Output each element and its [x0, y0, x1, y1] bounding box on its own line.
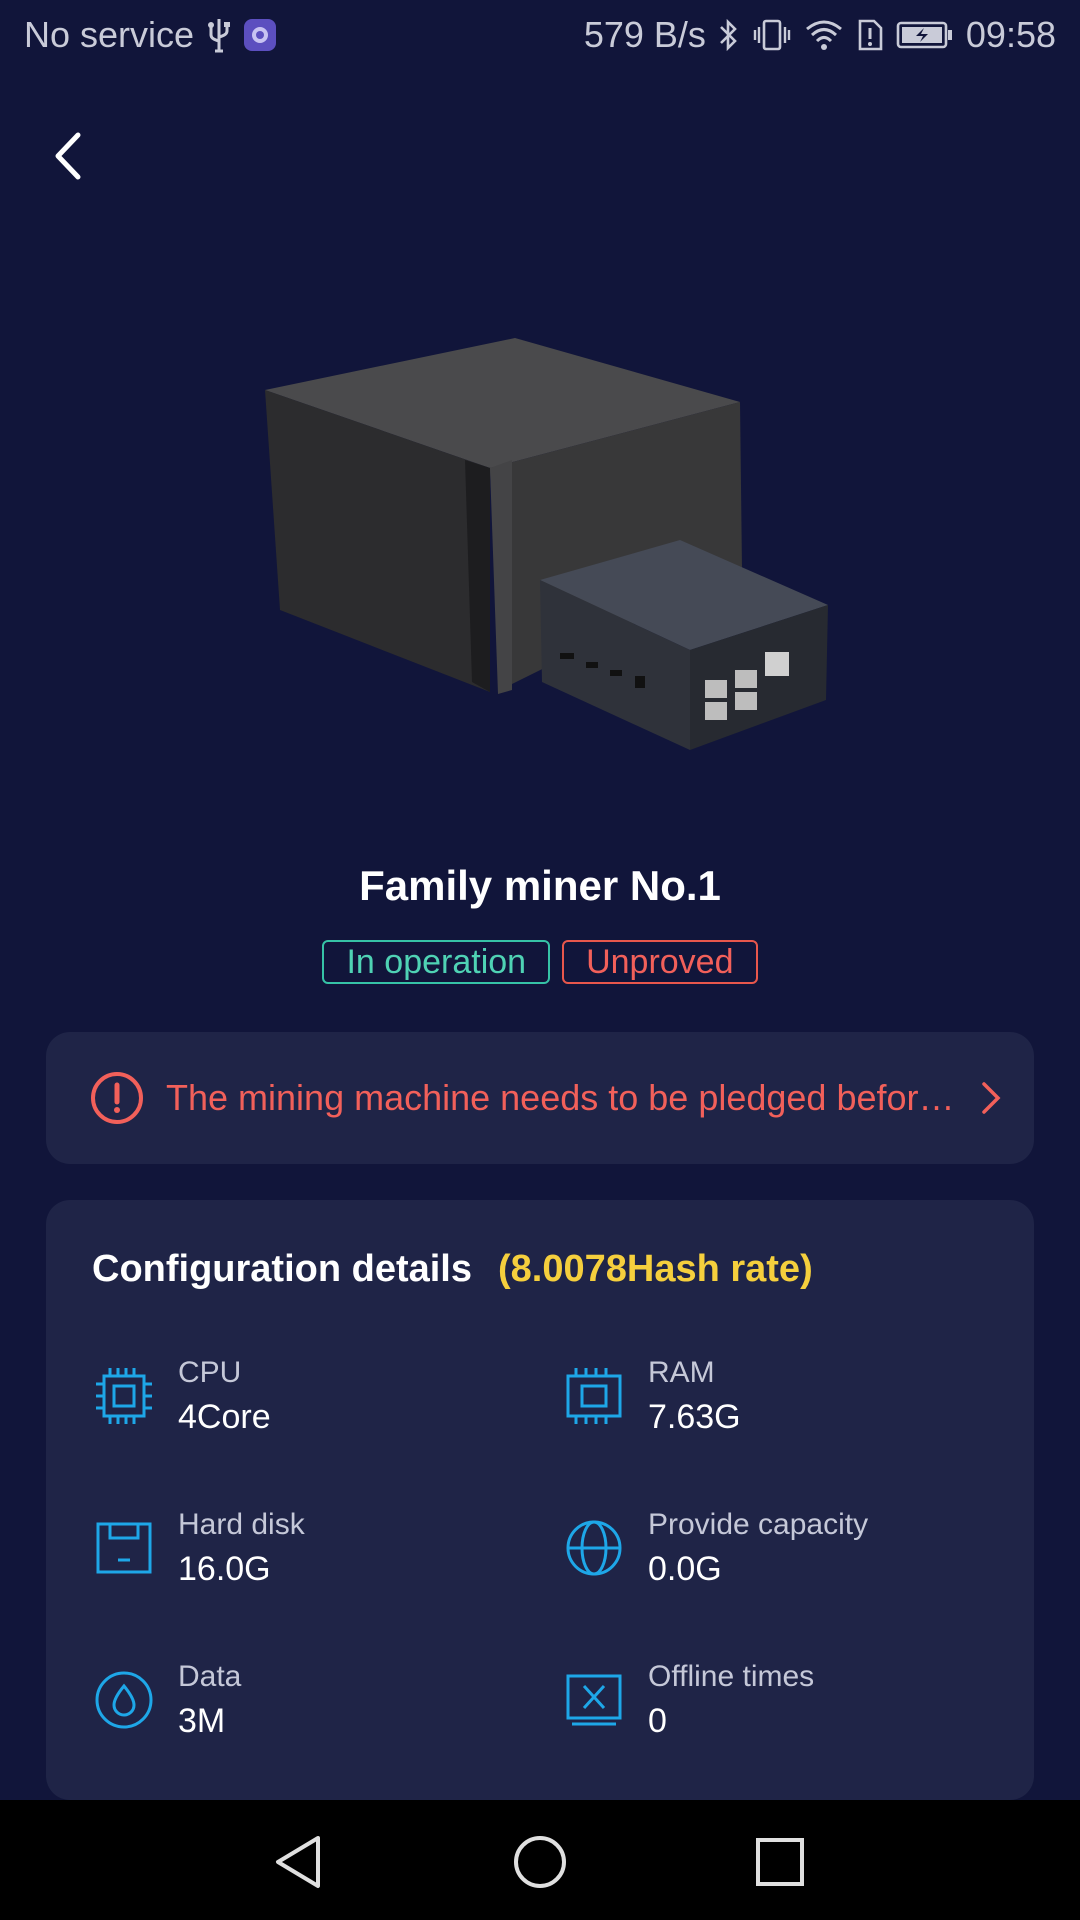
pledge-warning-text: The mining machine needs to be pledged b… — [166, 1077, 956, 1118]
app-notification-icon — [244, 19, 277, 51]
status-tags: In operation Unproved — [0, 940, 1080, 984]
pledge-warning-banner[interactable]: The mining machine needs to be pledged b… — [46, 1032, 1034, 1164]
data-drop-icon — [95, 1671, 153, 1729]
nav-back-icon[interactable] — [268, 1830, 332, 1894]
usb-icon — [206, 17, 232, 53]
nav-recents-icon[interactable] — [748, 1830, 812, 1894]
sim-alert-icon — [856, 17, 884, 53]
ram-icon — [566, 1368, 622, 1424]
spec-value: 7.63G — [648, 1398, 741, 1436]
alert-circle-icon — [91, 1072, 143, 1124]
configuration-card: Configuration details (8.0078Hash rate) C… — [46, 1200, 1034, 1800]
spec-provide-capacity: Provide capacity 0.0G — [562, 1508, 982, 1600]
spec-label: Data — [178, 1660, 242, 1693]
bluetooth-icon — [718, 17, 740, 53]
configuration-title: Configuration details (8.0078Hash rate) — [92, 1248, 813, 1291]
miner-device-image — [250, 320, 850, 760]
spec-value: 16.0G — [178, 1550, 271, 1588]
spec-label: CPU — [178, 1356, 242, 1389]
battery-charging-icon — [896, 17, 954, 53]
spec-value: 3M — [178, 1702, 226, 1740]
status-bar: No service 579 B/s 09:58 — [0, 0, 1080, 76]
back-button[interactable] — [40, 124, 96, 188]
spec-cpu: CPU 4Core — [92, 1356, 512, 1448]
wifi-icon — [804, 17, 844, 53]
spec-label: Offline times — [648, 1660, 815, 1693]
hard-disk-icon — [96, 1522, 152, 1574]
nav-home-icon[interactable] — [508, 1830, 572, 1894]
vibrate-icon — [752, 17, 792, 53]
spec-value: 4Core — [178, 1398, 271, 1436]
spec-label: Hard disk — [178, 1508, 305, 1541]
spec-label: RAM — [648, 1356, 715, 1389]
spec-data: Data 3M — [92, 1660, 512, 1752]
cpu-icon — [96, 1368, 152, 1424]
status-badge-operation: In operation — [322, 940, 551, 984]
carrier-text: No service — [24, 14, 195, 55]
system-navigation-bar — [0, 1800, 1080, 1920]
spec-ram: RAM 7.63G — [562, 1356, 982, 1448]
spec-label: Provide capacity — [648, 1508, 869, 1541]
configuration-heading: Configuration details — [92, 1248, 472, 1290]
device-name: Family miner No.1 — [359, 862, 721, 909]
chevron-right-icon — [982, 1082, 1001, 1114]
clock-text: 09:58 — [965, 14, 1056, 55]
offline-icon — [566, 1674, 622, 1726]
spec-offline-times: Offline times 0 — [562, 1660, 982, 1752]
spec-value: 0 — [648, 1702, 667, 1740]
hash-rate: (8.0078Hash rate) — [498, 1248, 813, 1290]
net-speed-text: 579 B/s — [583, 14, 706, 55]
globe-icon — [566, 1520, 622, 1576]
chevron-left-icon — [55, 132, 81, 180]
status-badge-unproved: Unproved — [562, 940, 758, 984]
spec-hard-disk: Hard disk 16.0G — [92, 1508, 512, 1600]
spec-value: 0.0G — [648, 1550, 722, 1588]
